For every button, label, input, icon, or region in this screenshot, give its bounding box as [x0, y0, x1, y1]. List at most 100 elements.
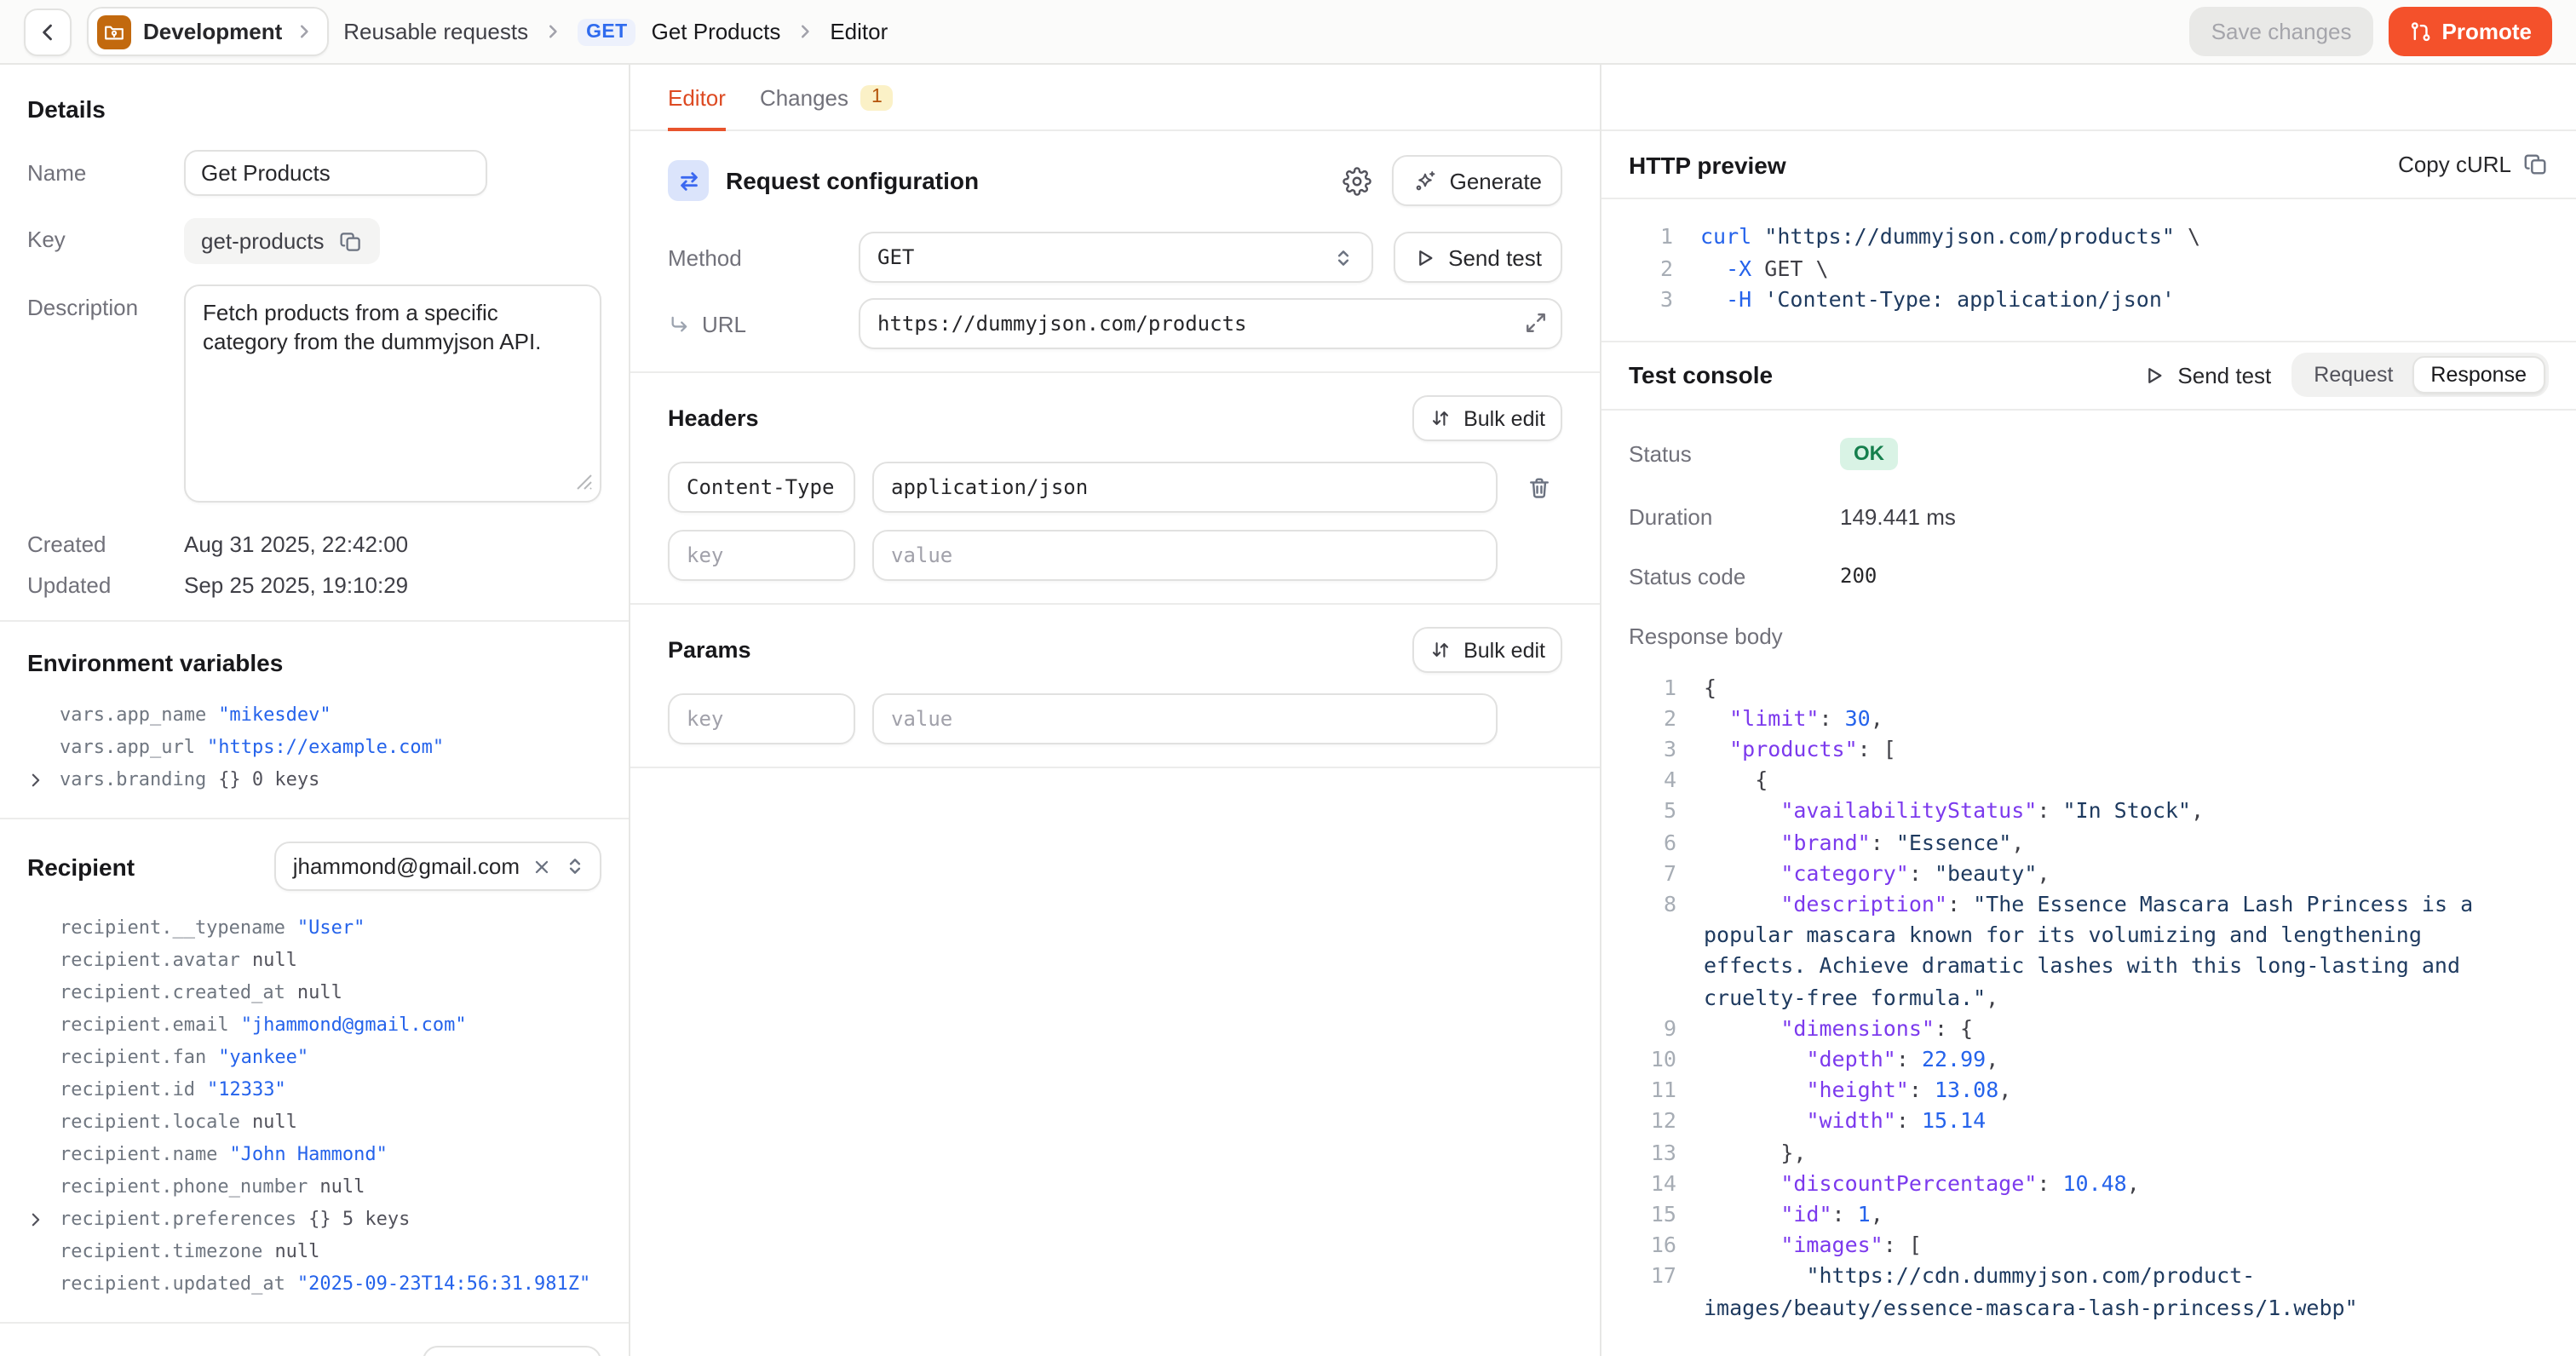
variable-value: "mikesdev" [218, 704, 331, 726]
url-input[interactable] [859, 298, 1562, 349]
settings-button[interactable] [1339, 163, 1375, 198]
gear-icon [1343, 166, 1371, 195]
breadcrumb-request-name[interactable]: Get Products [652, 19, 781, 44]
generate-button[interactable]: Generate [1392, 155, 1562, 206]
http-preview-title: HTTP preview [1629, 151, 2378, 178]
divider [0, 620, 629, 622]
url-row: URL [668, 298, 1562, 349]
variable-row: recipient.avatarnull [27, 944, 601, 976]
request-configuration-section: Request configuration Generate Method GE… [630, 131, 1600, 790]
line-content: "limit": 30, [1704, 703, 2475, 733]
header-value-input[interactable] [872, 530, 1498, 581]
actor-select[interactable]: Select user [423, 1346, 601, 1356]
code-line: 13 }, [1629, 1137, 2549, 1168]
promote-button[interactable]: Promote [2389, 7, 2552, 56]
param-value-input[interactable] [872, 693, 1498, 744]
line-content: "dimensions": { [1704, 1013, 2475, 1043]
play-icon [1414, 246, 1436, 268]
save-changes-button[interactable]: Save changes [2189, 7, 2374, 56]
app-window: Development Reusable requests GET Get Pr… [0, 0, 2576, 1356]
variable-row: recipient.email"jhammond@gmail.com" [27, 1008, 601, 1041]
variable-row: recipient.id"12333" [27, 1073, 601, 1106]
back-button[interactable] [24, 8, 72, 55]
status-code-value: 200 [1840, 564, 1877, 588]
breadcrumb-separator-icon [543, 22, 562, 41]
updated-row: Updated Sep 25 2025, 19:10:29 [27, 572, 601, 598]
variable-path: recipient.id [60, 1078, 195, 1100]
line-number: 17 [1629, 1261, 1676, 1324]
method-value: GET [877, 245, 914, 269]
console-send-test-button[interactable]: Send test [2143, 362, 2271, 388]
line-number: 1 [1629, 221, 1673, 253]
delete-header-button[interactable] [1515, 474, 1562, 500]
line-content: -H 'Content-Type: application/json' [1700, 284, 2549, 316]
header-value-input[interactable] [872, 462, 1498, 513]
code-line: 17 "https://cdn.dummyjson.com/product-im… [1629, 1261, 2549, 1324]
line-number: 2 [1629, 703, 1676, 733]
param-key-input[interactable] [668, 693, 855, 744]
environment-switcher[interactable]: Development [87, 7, 328, 56]
test-console-header: Test console Send test Request Response [1601, 342, 2576, 410]
params-bulk-edit-button[interactable]: Bulk edit [1412, 627, 1562, 673]
copy-curl-button[interactable]: Copy cURL [2398, 152, 2549, 177]
variable-path: vars.branding [60, 768, 206, 790]
variable-value: null [252, 1111, 297, 1133]
line-number: 10 [1629, 1044, 1676, 1075]
tab-editor[interactable]: Editor [668, 65, 726, 129]
toggle-response[interactable]: Response [2412, 356, 2545, 394]
copy-key-button[interactable] [340, 229, 364, 253]
recipient-variables-list: recipient.__typename"User"recipient.avat… [27, 911, 601, 1300]
top-bar: Development Reusable requests GET Get Pr… [0, 0, 2576, 65]
description-row: Description Fetch products from a specif… [27, 284, 601, 511]
code-line: 1{ [1629, 672, 2549, 703]
headers-bulk-edit-button[interactable]: Bulk edit [1412, 395, 1562, 441]
created-value: Aug 31 2025, 22:42:00 [184, 531, 408, 557]
expand-chevron-icon[interactable] [27, 771, 60, 788]
header-row-empty [668, 530, 1562, 581]
code-line: 7 "category": "beauty", [1629, 858, 2549, 888]
breadcrumb-collection[interactable]: Reusable requests [343, 19, 528, 44]
header-key-input[interactable] [668, 462, 855, 513]
code-line: 6 "brand": "Essence", [1629, 827, 2549, 858]
line-number: 3 [1629, 284, 1673, 316]
variable-path: recipient.name [60, 1143, 217, 1165]
header-key-input[interactable] [668, 530, 855, 581]
headers-header: Headers Bulk edit [668, 395, 1562, 441]
environment-name: Development [143, 19, 282, 44]
description-label: Description [27, 284, 184, 320]
variable-value: null [252, 949, 297, 971]
environment-variables-heading: Environment variables [27, 649, 601, 676]
method-label: Method [668, 244, 859, 270]
request-configuration-header: Request configuration Generate [668, 145, 1562, 216]
environment-folder-icon [97, 14, 131, 49]
variable-path: recipient.timezone [60, 1240, 262, 1262]
variable-path: recipient.created_at [60, 981, 285, 1003]
line-content: }, [1704, 1137, 2475, 1168]
line-number: 1 [1629, 672, 1676, 703]
name-input[interactable] [184, 150, 487, 196]
description-textarea[interactable]: Fetch products from a specific category … [184, 284, 601, 503]
method-select[interactable]: GET [859, 232, 1373, 283]
variable-value: {} 0 keys [218, 768, 319, 790]
expand-url-button[interactable] [1523, 310, 1549, 336]
name-row: Name [27, 150, 601, 196]
line-content: "brand": "Essence", [1704, 827, 2475, 858]
toggle-request[interactable]: Request [2295, 356, 2412, 394]
variable-value: "yankee" [218, 1046, 308, 1068]
clear-icon[interactable] [532, 856, 552, 876]
line-number: 3 [1629, 734, 1676, 765]
send-test-button[interactable]: Send test [1394, 232, 1562, 283]
divider [0, 1322, 629, 1324]
line-number: 2 [1629, 253, 1673, 284]
updated-value: Sep 25 2025, 19:10:29 [184, 572, 408, 598]
recipient-select[interactable]: jhammond@gmail.com [274, 842, 601, 891]
divider [630, 767, 1600, 768]
divider [630, 371, 1600, 373]
tab-changes[interactable]: Changes 1 [760, 65, 894, 129]
expand-chevron-icon[interactable] [27, 1210, 60, 1227]
resize-grip-icon[interactable] [576, 468, 593, 499]
code-line: 16 "images": [ [1629, 1230, 2549, 1261]
line-content: "discountPercentage": 10.48, [1704, 1169, 2475, 1199]
variable-row: recipient.phone_numbernull [27, 1170, 601, 1203]
code-line: 11 "height": 13.08, [1629, 1075, 2549, 1106]
